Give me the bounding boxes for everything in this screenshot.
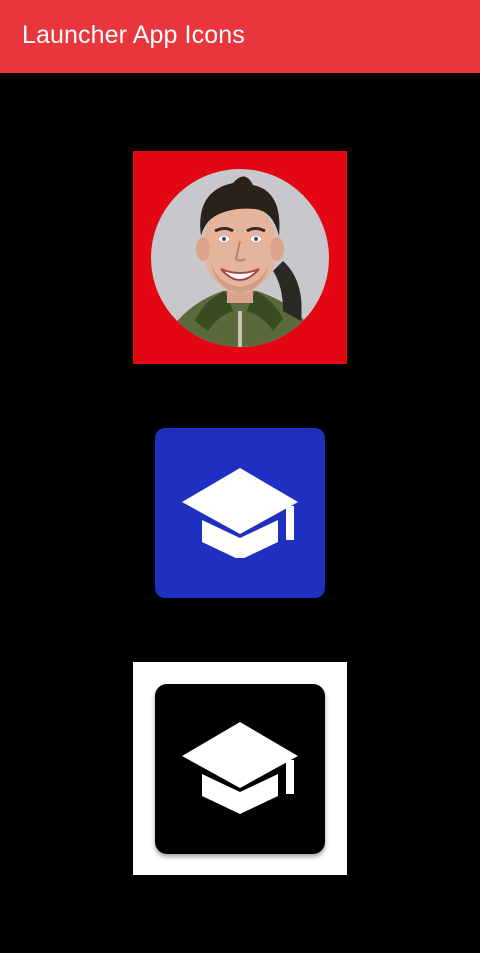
app-bar: Launcher App Icons bbox=[0, 0, 480, 73]
photo-avatar-icon[interactable] bbox=[133, 151, 347, 364]
app-title: Launcher App Icons bbox=[22, 21, 245, 49]
avatar-photo-icon bbox=[151, 169, 329, 347]
graduation-cap-icon bbox=[182, 468, 298, 558]
dark-graduation-cap-app-icon[interactable] bbox=[133, 662, 347, 875]
graduation-cap-icon bbox=[182, 722, 298, 814]
graduation-cap-app-icon[interactable] bbox=[155, 428, 325, 598]
dark-icon-tile bbox=[155, 684, 325, 854]
